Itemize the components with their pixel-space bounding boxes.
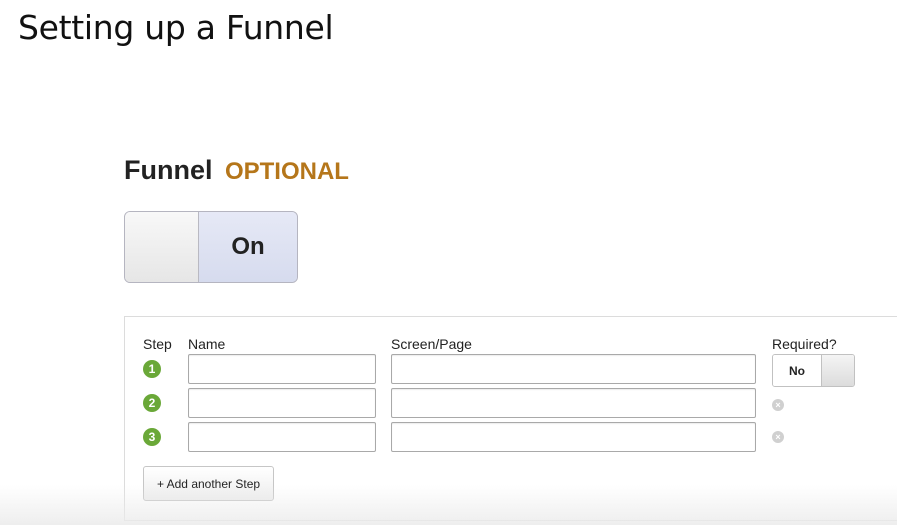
step-3-name-input[interactable] [188,422,376,452]
required-toggle[interactable]: No [772,354,855,387]
remove-step-2-icon[interactable]: × [772,399,784,411]
funnel-on-off-toggle[interactable]: On [124,211,298,283]
step-2-screen-input[interactable] [391,388,756,418]
funnel-steps-panel: Step Name Screen/Page Required? 1 No 2 ×… [124,316,897,521]
step-1-screen-input[interactable] [391,354,756,384]
funnel-heading: Funnel OPTIONAL [124,155,349,186]
slide-title: Setting up a Funnel [18,8,334,47]
funnel-title: Funnel [124,155,213,185]
toggle-state-label: On [199,212,297,282]
step-number-badge: 1 [143,360,161,378]
step-1-name-input[interactable] [188,354,376,384]
required-toggle-label: No [773,355,822,386]
step-3-screen-input[interactable] [391,422,756,452]
name-column-header: Name [188,336,226,352]
remove-step-3-icon[interactable]: × [772,431,784,443]
add-another-step-button[interactable]: + Add another Step [143,466,274,501]
step-number-badge: 2 [143,394,161,412]
step-2-name-input[interactable] [188,388,376,418]
step-number-badge: 3 [143,428,161,446]
screen-page-column-header: Screen/Page [391,336,472,352]
toggle-knob[interactable] [125,212,199,282]
required-column-header: Required? [772,336,837,352]
optional-label: OPTIONAL [224,158,349,185]
step-column-header: Step [143,336,172,352]
required-toggle-knob[interactable] [822,355,854,386]
